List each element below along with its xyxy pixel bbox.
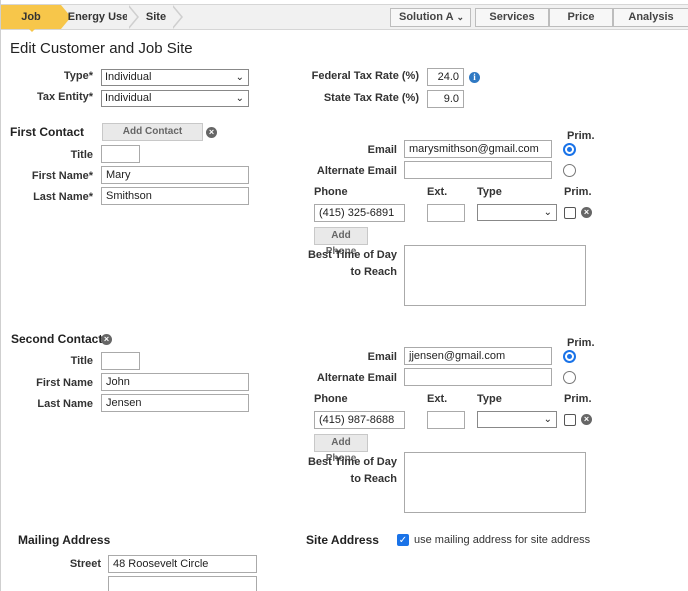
second-contact-heading: Second Contact bbox=[11, 332, 103, 346]
first-contact-email-label: Email bbox=[367, 144, 397, 156]
second-contact-alt-email-label: Alternate Email bbox=[316, 372, 397, 384]
second-contact-type-label: Type bbox=[477, 393, 502, 405]
mailing-address-heading: Mailing Address bbox=[18, 533, 111, 547]
nav-services-label: Services bbox=[489, 11, 535, 23]
second-contact-email-primary-radio[interactable] bbox=[563, 350, 576, 363]
second-contact-add-phone-button[interactable]: Add Phone bbox=[314, 434, 368, 464]
crumb-energy-use-label: Energy Use bbox=[67, 11, 129, 23]
first-contact-best-time-label-2: to Reach bbox=[350, 266, 397, 278]
edit-customer-page: Job Energy Use Site Solution A ⌄ Service… bbox=[0, 0, 688, 591]
second-contact-phone-input[interactable]: (415) 987-8688 bbox=[314, 411, 405, 429]
type-select-value: Individual bbox=[105, 71, 152, 83]
tax-entity-select-value: Individual bbox=[105, 92, 152, 104]
second-contact-phone-primary-checkbox[interactable] bbox=[564, 414, 576, 426]
second-contact-alt-email-primary-radio[interactable] bbox=[563, 371, 576, 384]
federal-tax-input[interactable]: 24.0 bbox=[427, 68, 464, 86]
first-contact-title-input[interactable] bbox=[101, 145, 140, 163]
first-contact-phone-type-select[interactable]: ⌄ bbox=[477, 204, 557, 221]
chevron-down-icon: ⌄ bbox=[543, 207, 552, 218]
state-tax-input[interactable]: 9.0 bbox=[427, 90, 464, 108]
email-prim-label: Prim. bbox=[567, 337, 595, 349]
email-prim-label: Prim. bbox=[567, 130, 595, 142]
nav-services[interactable]: Services bbox=[475, 8, 549, 27]
second-contact-phone-type-select[interactable]: ⌄ bbox=[477, 411, 557, 428]
first-contact-phone-primary-checkbox[interactable] bbox=[564, 207, 576, 219]
street-label: Street bbox=[69, 558, 101, 570]
second-contact-alt-email-input[interactable] bbox=[404, 368, 552, 386]
type-select[interactable]: Individual ⌄ bbox=[101, 69, 249, 86]
second-contact-phone-label: Phone bbox=[314, 393, 348, 405]
first-contact-ext-input[interactable] bbox=[427, 204, 465, 222]
first-contact-best-time-textarea[interactable] bbox=[404, 245, 586, 306]
tax-entity-select[interactable]: Individual ⌄ bbox=[101, 90, 249, 107]
solution-select[interactable]: Solution A ⌄ bbox=[390, 8, 471, 27]
state-tax-label: State Tax Rate (%) bbox=[323, 92, 419, 104]
top-navigation-bar: Job Energy Use Site Solution A ⌄ Service… bbox=[1, 4, 688, 30]
page-title: Edit Customer and Job Site bbox=[10, 40, 193, 57]
use-mailing-address-label: use mailing address for site address bbox=[414, 534, 591, 546]
tax-entity-label: Tax Entity* bbox=[36, 91, 93, 103]
crumb-energy-use[interactable]: Energy Use bbox=[67, 5, 129, 29]
remove-icon[interactable]: × bbox=[101, 334, 112, 345]
first-contact-alt-email-primary-radio[interactable] bbox=[563, 164, 576, 177]
second-contact-email-label: Email bbox=[367, 351, 397, 363]
active-crumb-pointer bbox=[25, 25, 39, 32]
first-contact-phone-input[interactable]: (415) 325-6891 bbox=[314, 204, 405, 222]
first-contact-best-time-label-1: Best Time of Day bbox=[307, 249, 397, 261]
second-contact-ext-label: Ext. bbox=[427, 393, 448, 405]
second-contact-best-time-label-1: Best Time of Day bbox=[307, 456, 397, 468]
first-contact-alt-email-input[interactable] bbox=[404, 161, 552, 179]
first-contact-heading: First Contact bbox=[10, 125, 85, 139]
chevron-down-icon: ⌄ bbox=[543, 414, 552, 425]
nav-price-label: Price bbox=[567, 11, 595, 23]
second-contact-last-name-input[interactable]: Jensen bbox=[101, 394, 249, 412]
first-contact-first-name-input[interactable]: Mary bbox=[101, 166, 249, 184]
second-contact-ext-input[interactable] bbox=[427, 411, 465, 429]
add-contact-button[interactable]: Add Contact bbox=[102, 123, 203, 141]
first-contact-email-input[interactable]: marysmithson@gmail.com bbox=[404, 140, 552, 158]
first-contact-last-name-input[interactable]: Smithson bbox=[101, 187, 249, 205]
crumb-job-label: Job bbox=[21, 11, 41, 23]
crumb-site-label: Site bbox=[145, 11, 167, 23]
type-label: Type* bbox=[63, 70, 93, 82]
nav-analysis[interactable]: Analysis bbox=[613, 8, 688, 27]
chevron-down-icon: ⌄ bbox=[235, 93, 244, 104]
second-contact-first-name-input[interactable]: John bbox=[101, 373, 249, 391]
street-input[interactable]: 48 Roosevelt Circle bbox=[108, 555, 257, 573]
site-address-heading: Site Address bbox=[306, 533, 379, 547]
crumb-site[interactable]: Site bbox=[139, 5, 173, 29]
first-contact-ext-label: Ext. bbox=[427, 186, 448, 198]
first-contact-email-primary-radio[interactable] bbox=[563, 143, 576, 156]
nav-analysis-label: Analysis bbox=[628, 11, 674, 23]
first-contact-phone-label: Phone bbox=[314, 186, 348, 198]
remove-icon[interactable]: × bbox=[581, 414, 592, 425]
remove-icon[interactable]: × bbox=[206, 127, 217, 138]
second-contact-email-input[interactable]: jjensen@gmail.com bbox=[404, 347, 552, 365]
solution-select-label: Solution A bbox=[399, 11, 454, 23]
nav-price[interactable]: Price bbox=[549, 8, 613, 27]
second-contact-first-name-label: First Name bbox=[36, 377, 93, 389]
first-contact-add-phone-button[interactable]: Add Phone bbox=[314, 227, 368, 257]
federal-tax-label: Federal Tax Rate (%) bbox=[311, 70, 419, 82]
street-line-2-input[interactable] bbox=[108, 576, 257, 591]
first-contact-alt-email-label: Alternate Email bbox=[316, 165, 397, 177]
second-contact-phone-prim-label: Prim. bbox=[564, 393, 592, 405]
second-contact-title-label: Title bbox=[70, 355, 93, 367]
first-contact-first-name-label: First Name* bbox=[31, 170, 93, 182]
chevron-down-icon: ⌄ bbox=[235, 72, 244, 83]
crumb-separator bbox=[127, 5, 137, 29]
first-contact-type-label: Type bbox=[477, 186, 502, 198]
second-contact-last-name-label: Last Name bbox=[37, 398, 93, 410]
chevron-down-icon: ⌄ bbox=[456, 12, 464, 22]
second-contact-title-input[interactable] bbox=[101, 352, 140, 370]
second-contact-best-time-textarea[interactable] bbox=[404, 452, 586, 513]
second-contact-best-time-label-2: to Reach bbox=[350, 473, 397, 485]
crumb-separator bbox=[171, 5, 181, 29]
first-contact-phone-prim-label: Prim. bbox=[564, 186, 592, 198]
info-icon[interactable]: i bbox=[469, 72, 480, 83]
use-mailing-address-checkbox[interactable]: ✓ bbox=[397, 534, 409, 546]
first-contact-title-label: Title bbox=[70, 149, 93, 161]
first-contact-last-name-label: Last Name* bbox=[33, 191, 93, 203]
remove-icon[interactable]: × bbox=[581, 207, 592, 218]
